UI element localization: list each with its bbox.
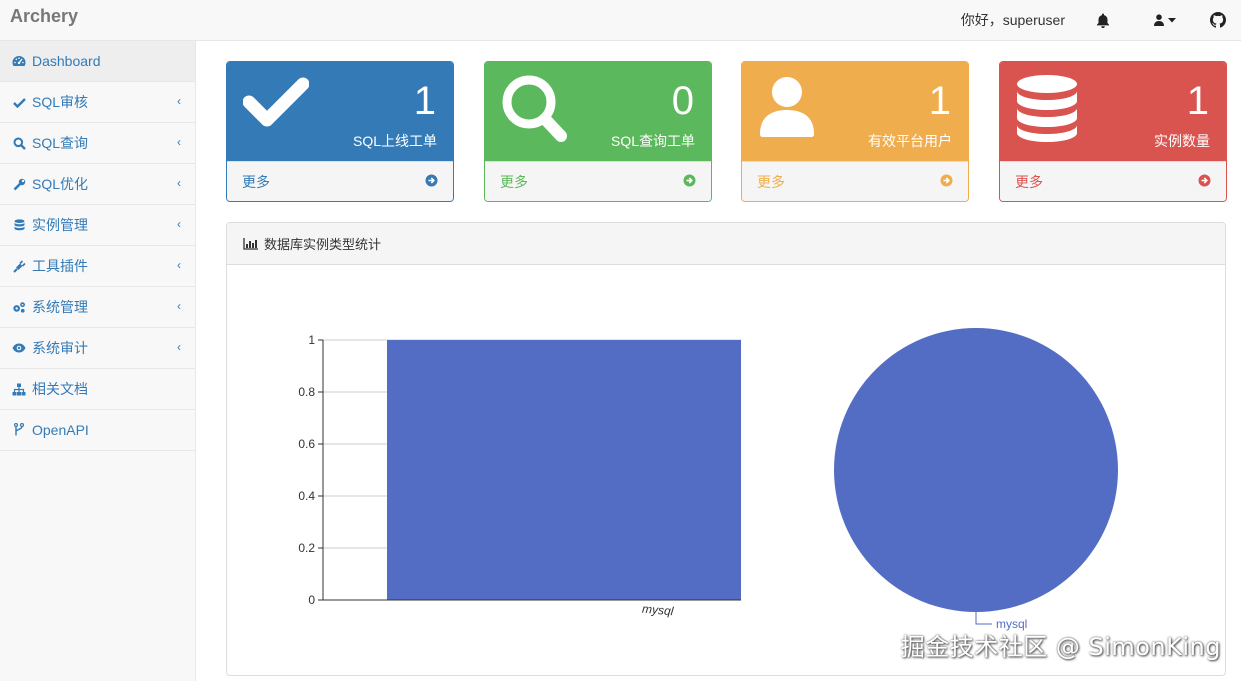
stat-label: 有效平台用户 (868, 133, 952, 149)
sidebar-item-label: 工具插件 (32, 258, 88, 274)
sidebar-item-sql-optimize[interactable]: SQL优化 ‹ (0, 164, 195, 205)
sidebar-item-label: SQL优化 (32, 176, 89, 192)
chevron-left-icon: ‹ (177, 258, 181, 272)
arrow-circle-right-icon (1198, 174, 1211, 190)
dashboard-icon (12, 54, 26, 68)
navbar-right: 你好，superuser (961, 0, 1241, 40)
search-icon (12, 136, 26, 150)
stat-panel-sql-workflow: 1 SQL上线工单 更多 (226, 61, 454, 202)
sidebar-item-label: 系统管理 (32, 299, 88, 315)
stat-label: SQL查询工单 (610, 133, 695, 149)
stat-more-link[interactable]: 更多 (742, 161, 968, 201)
pie-slice (834, 328, 1118, 612)
arrow-circle-right-icon (940, 174, 953, 190)
check-icon (12, 95, 26, 109)
stat-value: 1 (1186, 79, 1209, 123)
stat-value: 0 (671, 79, 694, 123)
sidebar-item-tool-plugins[interactable]: 工具插件 ‹ (0, 246, 195, 287)
stat-value: 1 (928, 79, 951, 123)
sidebar-item-dashboard[interactable]: Dashboard (0, 41, 195, 82)
sidebar-item-label: 相关文档 (32, 381, 88, 397)
database-icon (1016, 74, 1078, 145)
bell-icon[interactable] (1093, 0, 1113, 40)
sitemap-icon (12, 382, 26, 396)
arrow-circle-right-icon (425, 174, 438, 190)
sidebar-item-system-audit[interactable]: 系统审计 ‹ (0, 328, 195, 369)
stat-panel-instances: 1 实例数量 更多 (999, 61, 1227, 202)
stat-value: 1 (413, 79, 436, 123)
y-tick-label: 0.4 (298, 489, 315, 503)
database-icon (12, 218, 26, 232)
sidebar: Dashboard SQL审核 ‹ SQL查询 ‹ SQL优化 ‹ 实例管理 ‹… (0, 41, 196, 681)
arrow-circle-right-icon (683, 174, 696, 190)
instance-type-chart-panel: 数据库实例类型统计 0 0.2 0.4 0.6 0.8 1 mysql mysql (226, 222, 1226, 676)
sidebar-item-sql-query[interactable]: SQL查询 ‹ (0, 123, 195, 164)
bar-chart-icon (243, 237, 258, 250)
stat-label: 实例数量 (1154, 133, 1210, 149)
more-label: 更多 (500, 174, 528, 190)
bar (387, 340, 741, 600)
y-tick-label: 0 (308, 593, 315, 607)
plug-icon (12, 259, 26, 273)
user-menu-dropdown[interactable] (1149, 0, 1183, 40)
stat-panel-users: 1 有效平台用户 更多 (741, 61, 969, 202)
more-label: 更多 (1015, 174, 1043, 190)
chevron-left-icon: ‹ (177, 176, 181, 190)
sidebar-item-sql-review[interactable]: SQL审核 ‹ (0, 82, 195, 123)
sidebar-item-system-manage[interactable]: 系统管理 ‹ (0, 287, 195, 328)
sidebar-item-instance-manage[interactable]: 实例管理 ‹ (0, 205, 195, 246)
search-icon (501, 74, 569, 147)
sidebar-item-label: 实例管理 (32, 217, 88, 233)
code-fork-icon (12, 423, 26, 437)
more-label: 更多 (242, 174, 270, 190)
sidebar-item-label: Dashboard (32, 53, 101, 69)
brand-logo[interactable]: Archery (10, 6, 78, 27)
stat-label: SQL上线工单 (352, 133, 437, 149)
cogs-icon (12, 300, 26, 314)
chart-panel-title: 数据库实例类型统计 (264, 237, 382, 252)
chevron-left-icon: ‹ (177, 135, 181, 149)
chevron-left-icon: ‹ (177, 94, 181, 108)
stat-panel-sql-query: 0 SQL查询工单 更多 (484, 61, 712, 202)
y-tick-label: 0.2 (298, 541, 315, 555)
x-tick-label: mysql (642, 602, 675, 619)
wrench-icon (12, 177, 26, 191)
github-icon[interactable] (1207, 0, 1229, 40)
y-tick-label: 0.8 (298, 385, 315, 399)
more-label: 更多 (757, 174, 785, 190)
stat-more-link[interactable]: 更多 (485, 161, 711, 201)
user-greeting: 你好，superuser (960, 12, 1065, 28)
pie-leader-line (975, 612, 992, 625)
sidebar-item-label: SQL查询 (32, 135, 89, 151)
sidebar-item-openapi[interactable]: OpenAPI (0, 410, 195, 451)
y-tick-label: 1 (308, 333, 315, 347)
sidebar-item-docs[interactable]: 相关文档 (0, 369, 195, 410)
chevron-left-icon: ‹ (177, 299, 181, 313)
chart-area: 00.20.40.60.81mysqlmysql (298, 328, 1118, 631)
sidebar-item-label: OpenAPI (32, 422, 89, 438)
chart-panel-header: 数据库实例类型统计 (227, 223, 1225, 265)
top-navbar: Archery 你好，superuser (0, 0, 1241, 41)
y-tick-label: 0.6 (298, 437, 315, 451)
sidebar-item-label: 系统审计 (32, 340, 88, 356)
sidebar-item-label: SQL审核 (32, 94, 89, 110)
user-icon (758, 74, 816, 141)
eye-icon (12, 341, 26, 355)
chevron-left-icon: ‹ (177, 217, 181, 231)
watermark: 掘金技术社区 @ SimonKing (900, 633, 1221, 661)
stat-more-link[interactable]: 更多 (227, 161, 453, 201)
chevron-left-icon: ‹ (177, 340, 181, 354)
check-icon (242, 74, 310, 135)
stat-more-link[interactable]: 更多 (1000, 161, 1226, 201)
